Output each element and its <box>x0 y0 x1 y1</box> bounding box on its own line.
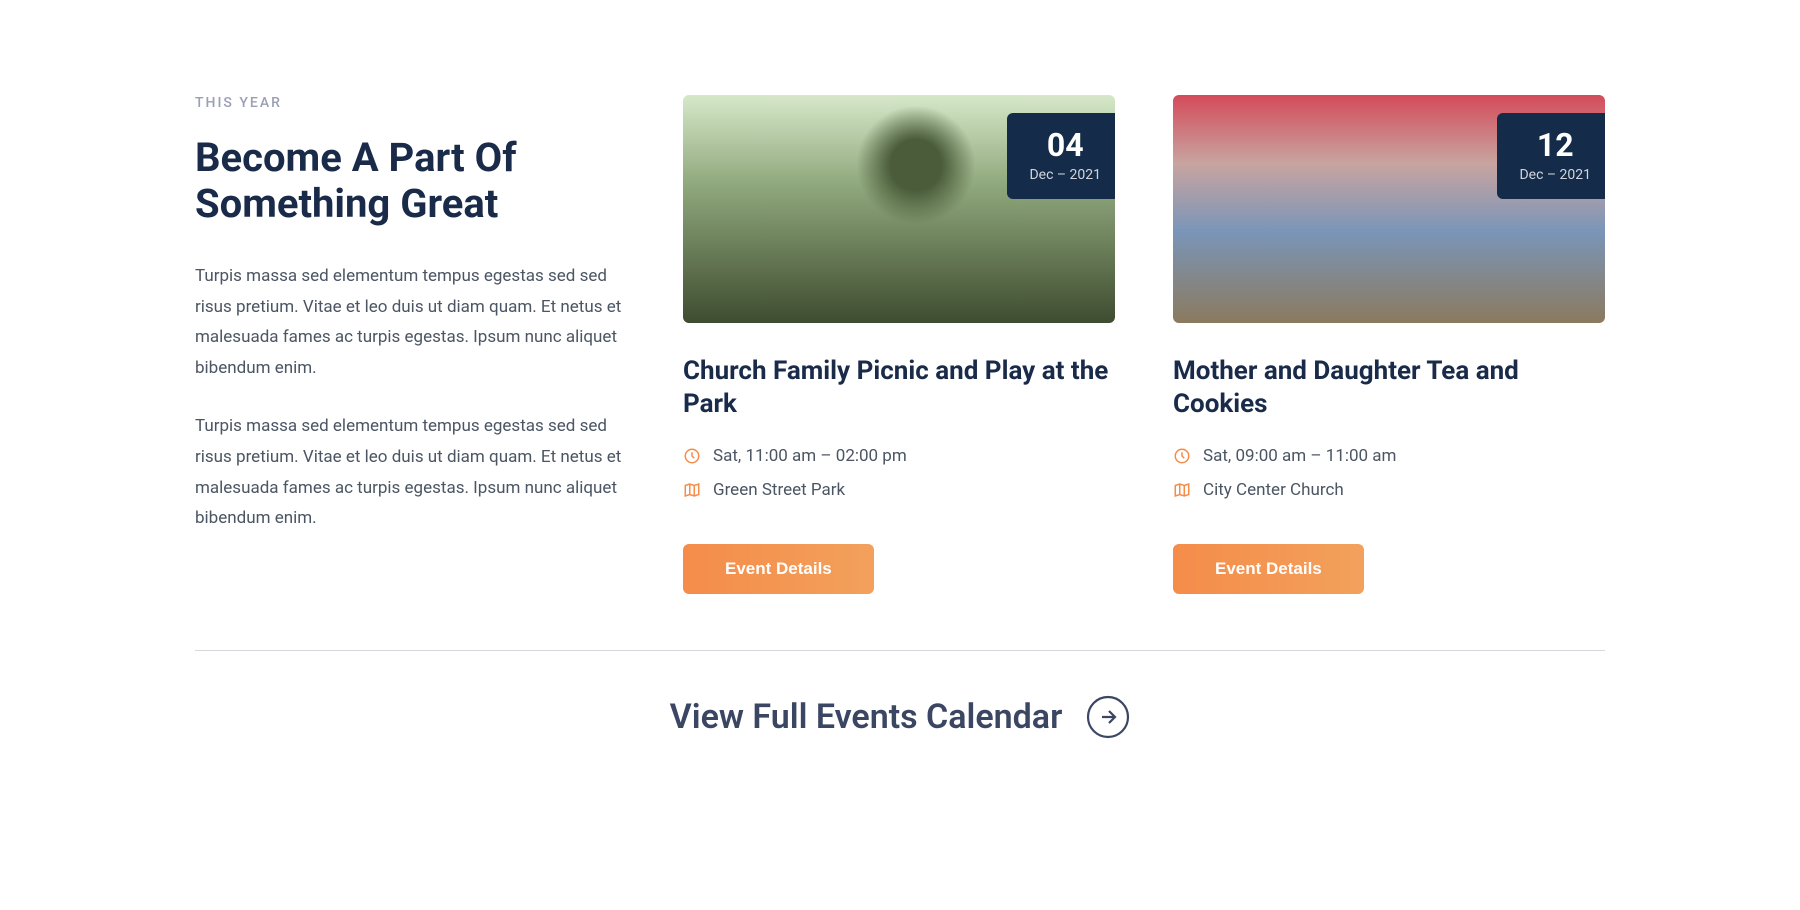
map-icon <box>683 481 701 499</box>
event-time-text: Sat, 11:00 am – 02:00 pm <box>713 446 907 466</box>
event-location-2: City Center Church <box>1173 480 1605 500</box>
date-day: 12 <box>1519 129 1591 161</box>
event-details-button-2[interactable]: Event Details <box>1173 544 1364 594</box>
clock-icon <box>1173 447 1191 465</box>
section-title: Become A Part Of Something Great <box>195 135 625 227</box>
date-sub: Dec – 2021 <box>1029 167 1101 183</box>
event-title-2[interactable]: Mother and Daughter Tea and Cookies <box>1173 355 1605 420</box>
intro-column: THIS YEAR Become A Part Of Something Gre… <box>195 95 625 594</box>
clock-icon <box>683 447 701 465</box>
event-location-1: Green Street Park <box>683 480 1115 500</box>
event-card-1: 04 Dec – 2021 Church Family Picnic and P… <box>683 95 1115 594</box>
arrow-right-circle-icon <box>1086 695 1130 739</box>
event-time-1: Sat, 11:00 am – 02:00 pm <box>683 446 1115 466</box>
event-image-2: 12 Dec – 2021 <box>1173 95 1605 323</box>
event-card-2: 12 Dec – 2021 Mother and Daughter Tea an… <box>1173 95 1605 594</box>
section-eyebrow: THIS YEAR <box>195 95 625 111</box>
date-sub: Dec – 2021 <box>1519 167 1591 183</box>
event-details-button-1[interactable]: Event Details <box>683 544 874 594</box>
date-badge-1: 04 Dec – 2021 <box>1007 113 1115 199</box>
event-location-text: Green Street Park <box>713 480 845 500</box>
view-full-text: View Full Events Calendar <box>670 697 1063 737</box>
intro-paragraph-2: Turpis massa sed elementum tempus egesta… <box>195 411 625 533</box>
view-full-calendar-link[interactable]: View Full Events Calendar <box>195 695 1605 739</box>
event-image-1: 04 Dec – 2021 <box>683 95 1115 323</box>
map-icon <box>1173 481 1191 499</box>
event-time-2: Sat, 09:00 am – 11:00 am <box>1173 446 1605 466</box>
divider <box>195 650 1605 651</box>
intro-paragraph-1: Turpis massa sed elementum tempus egesta… <box>195 261 625 383</box>
date-badge-2: 12 Dec – 2021 <box>1497 113 1605 199</box>
date-day: 04 <box>1029 129 1101 161</box>
event-time-text: Sat, 09:00 am – 11:00 am <box>1203 446 1396 466</box>
event-title-1[interactable]: Church Family Picnic and Play at the Par… <box>683 355 1115 420</box>
event-location-text: City Center Church <box>1203 480 1344 500</box>
